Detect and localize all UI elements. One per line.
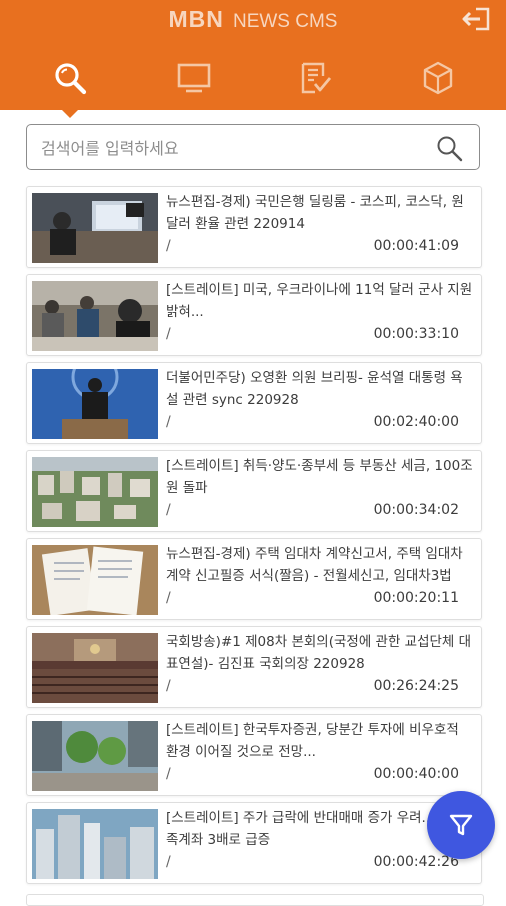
- filter-icon: [449, 814, 473, 836]
- video-thumbnail: [32, 545, 158, 615]
- logout-icon: [462, 7, 490, 31]
- list-item[interactable]: 국회방송)#1 제08차 본회의(국정에 관한 교섭단체 대표연설)- 김진표 …: [26, 626, 482, 708]
- list-item[interactable]: 뉴스편집-경제) 주택 임대차 계약신고서, 주택 임대차 계약 신고필증 서식…: [26, 538, 482, 620]
- filter-fab-button[interactable]: [427, 791, 495, 859]
- list-item[interactable]: 더불어민주당) 오영환 의원 브리핑- 윤석열 대통령 욕설 관련 sync 2…: [26, 362, 482, 444]
- cube-icon: [423, 61, 453, 95]
- brand-logo: MBN: [168, 6, 224, 32]
- item-separator: /: [166, 414, 171, 430]
- video-thumbnail: [32, 193, 158, 263]
- item-title: [스트레이트] 한국투자증권, 당분간 투자에 비우호적 환경 이어질 것으로 …: [166, 722, 459, 760]
- search-input[interactable]: [39, 133, 423, 163]
- list-item[interactable]: [스트레이트] 한국투자증권, 당분간 투자에 비우호적 환경 이어질 것으로 …: [26, 714, 482, 796]
- list-item[interactable]: [스트레이트] 미국, 우크라이나에 11억 달러 군사 지원 밝혀... / …: [26, 274, 482, 356]
- item-separator: /: [166, 502, 171, 518]
- item-separator: /: [166, 238, 171, 254]
- item-duration: 00:00:33:10: [373, 326, 459, 342]
- item-duration: 00:26:24:25: [373, 678, 459, 694]
- search-icon: [55, 63, 87, 95]
- item-duration: 00:00:42:26: [373, 854, 459, 870]
- item-separator: /: [166, 854, 171, 870]
- active-tab-pointer: [60, 108, 80, 118]
- item-title: 더불어민주당) 오영환 의원 브리핑- 윤석열 대통령 욕설 관련 sync 2…: [166, 370, 463, 408]
- tab-checklist[interactable]: [296, 58, 336, 98]
- item-title: 뉴스편집-경제) 국민은행 딜링룸 - 코스피, 코스닥, 원달러 환율 관련 …: [166, 194, 464, 232]
- item-duration: 00:00:20:11: [373, 590, 459, 606]
- item-title: [스트레이트] 미국, 우크라이나에 11억 달러 군사 지원 밝혀...: [166, 282, 473, 320]
- video-thumbnail: [32, 281, 158, 351]
- news-list: 뉴스편집-경제) 국민은행 딜링룸 - 코스피, 코스닥, 원달러 환율 관련 …: [26, 186, 482, 890]
- item-title: [스트레이트] 취득·양도·종부세 등 부동산 세금, 100조원 돌파: [166, 458, 473, 496]
- item-separator: /: [166, 326, 171, 342]
- video-thumbnail: [32, 369, 158, 439]
- video-thumbnail: [32, 457, 158, 527]
- item-title: 국회방송)#1 제08차 본회의(국정에 관한 교섭단체 대표연설)- 김진표 …: [166, 634, 472, 672]
- item-title: 뉴스편집-경제) 주택 임대차 계약신고서, 주택 임대차 계약 신고필증 서식…: [166, 546, 463, 584]
- brand-subtitle: NEWS CMS: [232, 11, 338, 32]
- item-duration: 00:00:41:09: [373, 238, 459, 254]
- checklist-icon: [301, 62, 332, 94]
- item-separator: /: [166, 766, 171, 782]
- list-item[interactable]: [스트레이트] 주가 급락에 반대매매 증가 우려... 보부족계좌 3배로 급…: [26, 802, 482, 884]
- search-submit-icon[interactable]: [435, 134, 463, 162]
- item-duration: 00:02:40:00: [373, 414, 459, 430]
- item-duration: 00:00:40:00: [373, 766, 459, 782]
- video-thumbnail: [32, 721, 158, 791]
- list-item-partial[interactable]: [26, 894, 484, 906]
- item-duration: 00:00:34:02: [373, 502, 459, 518]
- tab-bar: [0, 58, 506, 102]
- tab-search[interactable]: [50, 58, 90, 98]
- tab-monitor[interactable]: [174, 58, 214, 98]
- list-item[interactable]: 뉴스편집-경제) 국민은행 딜링룸 - 코스피, 코스닥, 원달러 환율 관련 …: [26, 186, 482, 268]
- monitor-icon: [177, 63, 211, 93]
- app-brand: MBN NEWS CMS: [0, 6, 506, 33]
- video-thumbnail: [32, 809, 158, 879]
- item-separator: /: [166, 590, 171, 606]
- app-header: MBN NEWS CMS: [0, 0, 506, 110]
- search-bar: [26, 124, 480, 170]
- list-item[interactable]: [스트레이트] 취득·양도·종부세 등 부동산 세금, 100조원 돌파 / 0…: [26, 450, 482, 532]
- tab-package[interactable]: [418, 58, 458, 98]
- logout-button[interactable]: [462, 6, 492, 32]
- video-thumbnail: [32, 633, 158, 703]
- item-separator: /: [166, 678, 171, 694]
